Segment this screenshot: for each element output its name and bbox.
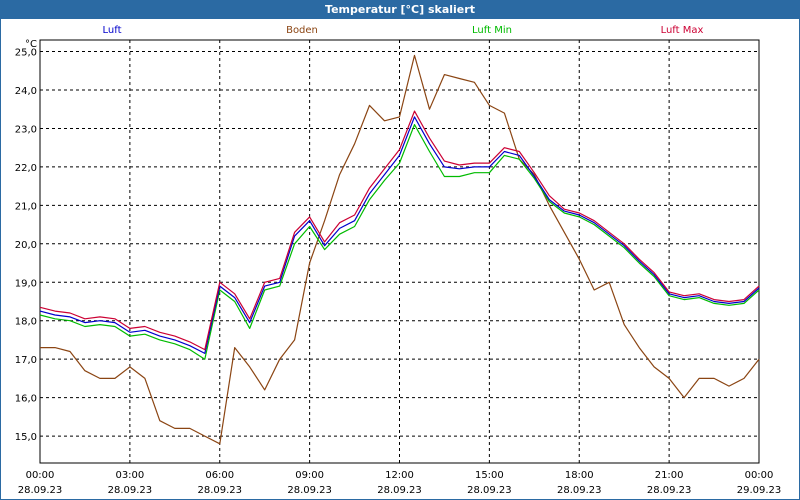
x-tick-label-date: 28.09.23 — [18, 485, 63, 496]
y-tick-label: 15,0 — [15, 432, 37, 443]
x-tick-label-date: 29.09.23 — [737, 485, 782, 496]
x-tick-label-time: 09:00 — [295, 470, 324, 481]
x-tick-label-time: 03:00 — [115, 470, 144, 481]
x-tick-label-date: 28.09.23 — [467, 485, 512, 496]
x-tick-label-date: 28.09.23 — [377, 485, 422, 496]
x-tick-label-date: 28.09.23 — [197, 485, 242, 496]
y-axis-unit: °C — [25, 39, 37, 50]
x-tick-label-time: 21:00 — [655, 470, 684, 481]
x-tick-label-date: 28.09.23 — [557, 485, 602, 496]
x-tick-label-time: 18:00 — [565, 470, 594, 481]
series-line-luft-max — [39, 110, 760, 351]
y-tick-label: 20,0 — [15, 240, 37, 251]
temperature-chart: 15,0 16,0 17,0 18,0 19,0 20,0 21,0 22,0 23,0 24,0… — [15, 25, 782, 496]
x-tick-label-time: 12:00 — [385, 470, 414, 481]
y-tick-label: 22,0 — [15, 163, 37, 174]
x-tick-label-date: 28.09.23 — [287, 485, 332, 496]
x-tick-label-date: 28.09.23 — [647, 485, 692, 496]
y-tick-label: 21,0 — [15, 201, 37, 212]
legend-entry: Luft Min — [472, 25, 512, 36]
y-tick-label: 23,0 — [15, 124, 37, 135]
x-tick-label-time: 06:00 — [205, 470, 234, 481]
x-tick-label-time: 00:00 — [26, 470, 55, 481]
y-tick-label: 18,0 — [15, 317, 37, 328]
y-tick-label: 17,0 — [15, 355, 37, 366]
x-tick-label-time: 00:00 — [745, 470, 774, 481]
legend-entry: Boden — [286, 25, 318, 36]
y-tick-label: 19,0 — [15, 278, 37, 289]
legend-entry: Luft Max — [661, 25, 704, 36]
y-tick-label: 16,0 — [15, 394, 37, 405]
x-tick-label-date: 28.09.23 — [108, 485, 153, 496]
y-tick-label: 24,0 — [15, 86, 37, 97]
legend-entry: Luft — [103, 25, 122, 36]
x-tick-label-time: 15:00 — [475, 470, 504, 481]
